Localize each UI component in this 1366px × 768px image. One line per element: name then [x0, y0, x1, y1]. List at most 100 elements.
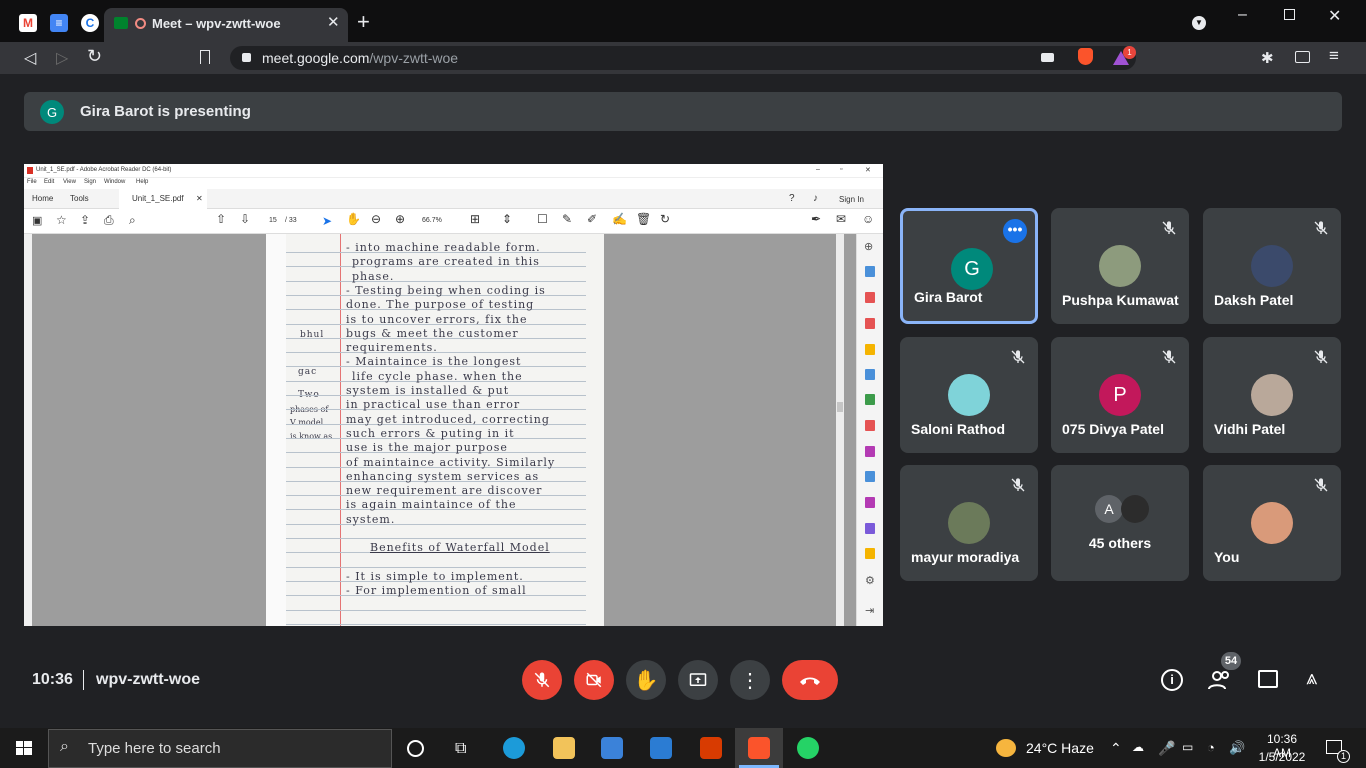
lock-icon[interactable] [242, 53, 251, 62]
page-number-input[interactable]: 15 [269, 217, 277, 224]
menu-edit[interactable]: Edit [44, 179, 54, 185]
brave-shields-icon[interactable] [1078, 48, 1093, 65]
pdf-scroll-thumb[interactable] [837, 402, 843, 412]
tab-search-icon[interactable]: ▼ [1192, 16, 1206, 30]
hand-tool-icon[interactable]: ✋ [346, 212, 361, 226]
camera-toggle-button[interactable] [574, 660, 614, 700]
classroom-icon[interactable]: C [81, 14, 99, 32]
tool-organize-icon[interactable] [865, 394, 875, 405]
scroll-mode-icon[interactable]: ⇕ [502, 212, 512, 226]
forward-icon[interactable]: ▷ [56, 48, 68, 68]
bookmark-icon[interactable] [200, 50, 210, 64]
tool-more-icon[interactable]: ⚙ [865, 574, 875, 587]
select-tool-icon[interactable]: ➤ [322, 214, 332, 228]
file-explorer-icon[interactable] [553, 737, 575, 759]
zoom-level[interactable]: 66.7% [422, 217, 442, 224]
minimize-icon[interactable]: – [1238, 6, 1247, 24]
menu-icon[interactable]: ≡ [1329, 46, 1339, 66]
menu-view[interactable]: View [63, 179, 76, 185]
gmail-icon[interactable]: M [19, 14, 37, 32]
acrobat-maximize-icon[interactable]: ▫ [840, 166, 842, 173]
tab-close-icon[interactable]: ✕ [327, 13, 340, 31]
volume-icon[interactable]: 🔊 [1229, 740, 1245, 756]
battery-icon[interactable]: ▭ [1182, 740, 1193, 754]
tool-fill-sign-icon[interactable] [865, 523, 875, 534]
meeting-details-icon[interactable]: i [1161, 669, 1183, 691]
pdf-scrollbar[interactable] [836, 234, 844, 626]
mail-app-icon[interactable] [650, 737, 672, 759]
tool-sign-icon[interactable] [865, 446, 875, 457]
url-text[interactable]: meet.google.com/wpv-zwtt-woe [262, 50, 458, 66]
acrobat-minimize-icon[interactable]: – [816, 166, 820, 173]
onedrive-icon[interactable]: ☁ [1132, 740, 1144, 754]
cortana-icon[interactable] [407, 740, 424, 757]
tool-collapse-icon[interactable]: ⇥ [865, 604, 874, 617]
star-icon[interactable]: ☆ [56, 213, 67, 227]
tool-stamp-icon[interactable] [865, 548, 875, 559]
tool-redact-icon[interactable] [865, 420, 875, 431]
maximize-icon[interactable] [1284, 9, 1295, 20]
zoom-in-icon[interactable]: ⊕ [395, 212, 405, 226]
tool-combine-icon[interactable] [865, 369, 875, 380]
tool-protect-icon[interactable] [865, 471, 875, 482]
left-panel-toggle[interactable] [24, 234, 32, 626]
upload-icon[interactable]: ⇪ [80, 213, 90, 227]
wifi-icon[interactable]: ◔ [1207, 740, 1215, 755]
participant-tile[interactable]: Vidhi Patel [1203, 337, 1341, 453]
zoom-out-icon[interactable]: ⊖ [371, 212, 381, 226]
page-down-icon[interactable]: ⇩ [240, 212, 250, 226]
leave-call-button[interactable] [782, 660, 838, 700]
present-button[interactable] [678, 660, 718, 700]
tool-prepare-form-icon[interactable] [865, 497, 875, 508]
tool-export-pdf-icon[interactable] [865, 266, 875, 277]
mail-icon[interactable]: ✉ [836, 212, 846, 226]
acrobat-tab-tools[interactable]: Tools [70, 194, 89, 203]
menu-help[interactable]: Help [136, 179, 148, 185]
weather-text[interactable]: 24°C Haze [1026, 740, 1094, 756]
more-options-button[interactable]: ⋮ [730, 660, 770, 700]
acrobat-tab-home[interactable]: Home [32, 194, 53, 203]
wallet-icon[interactable] [1295, 51, 1310, 63]
weather-icon[interactable] [996, 739, 1016, 757]
participant-tile[interactable]: G Gira Barot ••• [900, 208, 1038, 324]
clock-date[interactable]: 1/5/2022 [1257, 750, 1307, 764]
chat-icon[interactable] [1258, 670, 1278, 688]
people-button[interactable] [1208, 669, 1232, 691]
activities-icon[interactable]: ⩓ [1306, 667, 1317, 690]
fill-sign-icon[interactable]: ✒ [811, 212, 821, 226]
rotate-icon[interactable]: ↻ [660, 212, 670, 226]
tool-zoom-icon[interactable]: ⊕ [864, 240, 873, 253]
acrobat-tab-close-icon[interactable]: ✕ [196, 194, 203, 203]
fit-page-icon[interactable]: ⊞ [470, 212, 480, 226]
windows-start-icon[interactable] [16, 741, 32, 755]
task-view-icon[interactable]: ⧉ [455, 740, 466, 758]
pdf-viewport[interactable]: bhul gac Two phases of V model is know a… [24, 234, 883, 626]
acrobat-bell-icon[interactable]: ♪ [813, 193, 818, 204]
office-icon[interactable] [700, 737, 722, 759]
draw-icon[interactable]: ✐ [587, 212, 597, 226]
tool-create-pdf-icon[interactable] [865, 292, 875, 303]
zoom-search-icon[interactable]: ⌕ [129, 213, 136, 228]
comment-icon[interactable]: ☐ [537, 212, 548, 226]
print-icon[interactable]: ⎙ [104, 213, 114, 228]
save-icon[interactable]: ▣ [32, 214, 42, 227]
menu-window[interactable]: Window [104, 179, 125, 185]
participant-tile[interactable]: Pushpa Kumawat [1051, 208, 1189, 324]
tray-chevron-icon[interactable]: ⌃ [1110, 740, 1122, 757]
docs-icon[interactable]: ≡ [50, 14, 68, 32]
tool-edit-pdf-icon[interactable] [865, 318, 875, 329]
extensions-icon[interactable]: ✱ [1261, 49, 1274, 67]
store-icon[interactable] [601, 737, 623, 759]
acrobat-help-icon[interactable]: ? [789, 193, 795, 204]
participant-tile[interactable]: mayur moradiya [900, 465, 1038, 581]
tile-options-icon[interactable]: ••• [1003, 219, 1027, 243]
raise-hand-button[interactable]: ✋ [626, 660, 666, 700]
back-icon[interactable]: ◁ [24, 48, 36, 68]
page-up-icon[interactable]: ⇧ [216, 212, 226, 226]
participant-tile[interactable]: A 45 others [1051, 465, 1189, 581]
participant-tile[interactable]: You [1203, 465, 1341, 581]
acrobat-close-icon[interactable]: ✕ [865, 166, 871, 174]
tool-comment-icon[interactable] [865, 344, 875, 355]
acrobat-sign-in[interactable]: Sign In [839, 195, 864, 204]
participant-tile[interactable]: Daksh Patel [1203, 208, 1341, 324]
